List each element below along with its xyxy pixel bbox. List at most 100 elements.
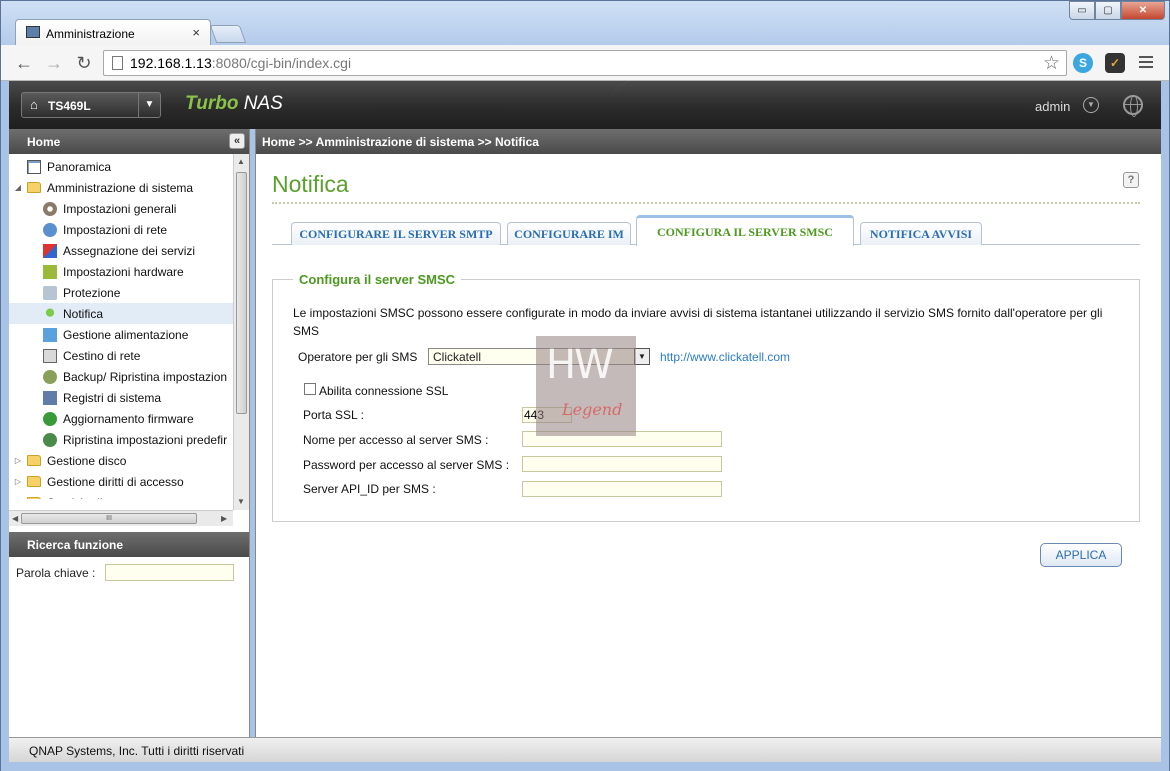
hw-icon — [43, 264, 57, 279]
power-icon — [43, 327, 57, 342]
sidebar-item-11[interactable]: Registri di sistema — [9, 387, 233, 408]
tab-strip: Amministrazione × ▭ ▢ ✕ — [1, 1, 1169, 45]
scrollbar-thumb[interactable]: III — [21, 513, 197, 524]
url-text: 192.168.1.13:8080/cgi-bin/index.cgi — [130, 55, 352, 71]
skype-extension-icon[interactable]: S — [1073, 53, 1093, 73]
nas-header: ⌂ TS469L ▼ Turbo NAS admin ▼ — [9, 81, 1161, 129]
watermark-mark: HW — [546, 342, 614, 388]
address-bar[interactable]: 192.168.1.13:8080/cgi-bin/index.cgi ☆ — [103, 50, 1067, 76]
api-id-input[interactable] — [522, 481, 722, 497]
back-button[interactable]: ← — [13, 52, 35, 74]
log-icon — [43, 390, 57, 405]
brand-logo: Turbo NAS — [185, 93, 283, 114]
sidebar-item-10[interactable]: Backup/ Ripristina impostazion — [9, 366, 233, 387]
sidebar-item-label: Protezione — [63, 285, 121, 300]
window-controls: ▭ ▢ ✕ — [1069, 1, 1165, 20]
browser-menu-icon[interactable] — [1139, 56, 1153, 71]
sidebar-item-1[interactable]: ◢ Amministrazione di sistema — [9, 177, 233, 198]
device-selector[interactable]: ⌂ TS469L ▼ — [21, 92, 161, 118]
sidebar-item-0[interactable]: Panoramica — [9, 156, 233, 177]
forward-button[interactable]: → — [43, 52, 65, 74]
close-window-button[interactable]: ✕ — [1121, 1, 1165, 20]
user-name[interactable]: admin — [1035, 99, 1070, 114]
section-title: Configura il server SMSC — [293, 272, 462, 287]
sidebar-item-label: Impostazioni di rete — [63, 222, 168, 237]
new-tab-button[interactable] — [209, 25, 247, 43]
reload-button[interactable]: ↻ — [73, 52, 95, 74]
tree-horizontal-scrollbar[interactable]: ◀ III ▶ — [9, 510, 233, 526]
sidebar-item-2[interactable]: Impostazioni generali — [9, 198, 233, 219]
sidebar-item-14[interactable]: ▷ Gestione disco — [9, 450, 233, 471]
folder-icon — [27, 455, 41, 466]
scroll-left-icon[interactable]: ◀ — [12, 514, 18, 523]
tree-vertical-scrollbar[interactable]: ▲ ▼ — [233, 154, 249, 510]
sidebar-item-3[interactable]: Impostazioni di rete — [9, 219, 233, 240]
sms-password-label: Password per accesso al server SMS : — [303, 458, 510, 472]
sidebar-item-13[interactable]: Ripristina impostazioni predefir — [9, 429, 233, 450]
settings-tabs: CONFIGURARE IL SERVER SMTP CONFIGURARE I… — [272, 215, 1140, 246]
header-decoration — [609, 81, 1161, 129]
restore-icon — [43, 432, 57, 447]
expand-arrow-icon[interactable]: ▷ — [13, 498, 23, 499]
tab-alert-notification[interactable]: NOTIFICA AVVISI — [860, 222, 982, 245]
sidebar-item-9[interactable]: Cestino di rete — [9, 345, 233, 366]
enable-ssl-checkbox[interactable] — [304, 383, 316, 395]
keyword-search-input[interactable] — [105, 564, 234, 581]
sidebar: Home « Panoramica ◢ Amministrazione di sis… — [9, 129, 250, 737]
sidebar-item-5[interactable]: Impostazioni hardware — [9, 261, 233, 282]
bookmark-star-icon[interactable]: ☆ — [1043, 52, 1060, 75]
language-globe-icon[interactable] — [1123, 95, 1143, 117]
tab-smsc-server[interactable]: CONFIGURA IL SERVER SMSC — [636, 215, 854, 246]
operator-website-link[interactable]: http://www.clickatell.com — [660, 350, 790, 364]
expand-arrow-icon[interactable]: ▷ — [13, 477, 23, 486]
sidebar-item-8[interactable]: Gestione alimentazione — [9, 324, 233, 345]
tab-im[interactable]: CONFIGURARE IM — [507, 222, 631, 245]
browser-tab[interactable]: Amministrazione × — [15, 19, 211, 45]
minimize-button[interactable]: ▭ — [1069, 1, 1095, 20]
footer: QNAP Systems, Inc. Tutti i diritti riser… — [9, 737, 1161, 762]
chevron-down-icon[interactable]: ▼ — [138, 93, 160, 117]
sidebar-item-label: Impostazioni generali — [63, 201, 177, 216]
help-icon[interactable]: ? — [1123, 172, 1139, 188]
sms-username-label: Nome per accesso al server SMS : — [303, 433, 489, 447]
watermark-logo: HW Legend — [536, 336, 636, 436]
sms-password-input[interactable] — [522, 456, 722, 472]
scroll-up-icon[interactable]: ▲ — [237, 157, 245, 166]
tab-smtp-server[interactable]: CONFIGURARE IL SERVER SMTP — [291, 222, 501, 245]
collapse-sidebar-button[interactable]: « — [229, 133, 245, 149]
sidebar-item-label: Impostazioni hardware — [63, 264, 184, 279]
sidebar-item-15[interactable]: ▷ Gestione diritti di accesso — [9, 471, 233, 492]
ssl-port-label: Porta SSL : — [303, 408, 364, 422]
scroll-down-icon[interactable]: ▼ — [237, 497, 245, 506]
sidebar-item-label: Notifica — [63, 306, 104, 321]
expand-arrow-icon[interactable]: ◢ — [13, 183, 23, 192]
prot-icon — [43, 285, 57, 300]
watermark-text: Legend — [562, 400, 623, 419]
gear-icon — [43, 201, 57, 216]
function-search-header: Ricerca funzione — [9, 532, 249, 557]
sidebar-item-4[interactable]: Assegnazione dei servizi — [9, 240, 233, 261]
maximize-button[interactable]: ▢ — [1095, 1, 1121, 20]
scroll-right-icon[interactable]: ▶ — [221, 514, 227, 523]
backup-icon — [43, 369, 57, 384]
chevron-down-icon[interactable]: ▼ — [634, 348, 650, 365]
folder-icon — [27, 476, 41, 487]
expand-arrow-icon[interactable]: ▷ — [13, 456, 23, 465]
navigation-tree: Panoramica ◢ Amministrazione di sistema Imp… — [9, 154, 250, 499]
user-menu-arrow-icon[interactable]: ▼ — [1083, 97, 1099, 113]
sidebar-item-label: Backup/ Ripristina impostazion — [63, 369, 228, 384]
sidebar-item-label: Gestione alimentazione — [63, 327, 189, 342]
sidebar-item-16[interactable]: ▷ Servizio di rete — [9, 492, 233, 499]
close-tab-icon[interactable]: × — [192, 25, 200, 40]
folder-icon — [27, 182, 41, 193]
extension-icon[interactable]: ✓ — [1105, 53, 1125, 73]
sidebar-item-label: Panoramica — [47, 159, 112, 174]
scrollbar-thumb[interactable] — [236, 172, 247, 414]
sidebar-item-6[interactable]: Protezione — [9, 282, 233, 303]
sidebar-item-label: Gestione diritti di accesso — [47, 474, 184, 489]
sidebar-item-7[interactable]: Notifica — [9, 303, 233, 324]
tab-title: Amministrazione — [46, 27, 135, 41]
sidebar-item-12[interactable]: Aggiornamento firmware — [9, 408, 233, 429]
apply-button[interactable]: APPLICA — [1040, 543, 1122, 567]
sidebar-item-label: Registri di sistema — [63, 390, 162, 405]
